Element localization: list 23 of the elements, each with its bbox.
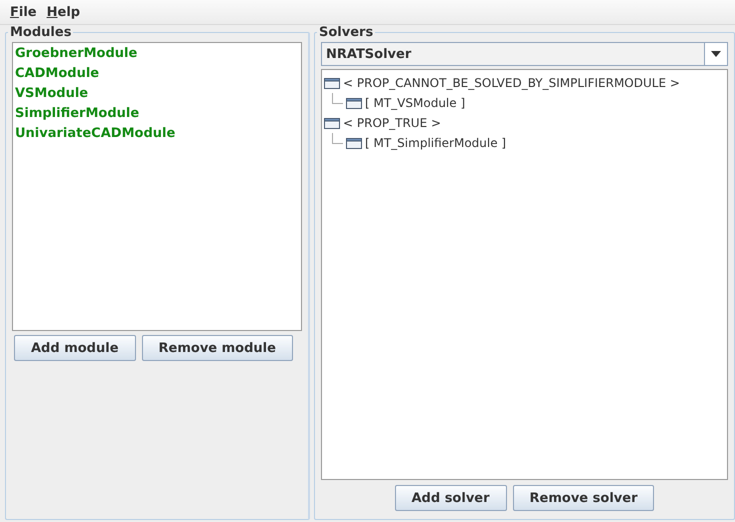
tree-item[interactable]: [ MT_VSModule ] — [365, 96, 466, 110]
tree-item[interactable]: < PROP_CANNOT_BE_SOLVED_BY_SIMPLIFIERMODULE > — [343, 76, 680, 90]
module-item[interactable]: VSModule — [15, 84, 299, 104]
dropdown-arrow-icon — [711, 51, 721, 57]
panel-title: Solvers — [318, 25, 374, 40]
folder-icon — [324, 77, 340, 89]
module-button[interactable]: Add module — [14, 335, 136, 361]
solver-dropdown[interactable]: NRATSolver — [321, 42, 728, 66]
folder-icon — [324, 117, 340, 129]
solver-button[interactable]: Add solver — [394, 485, 507, 511]
module-button[interactable]: Remove module — [142, 335, 293, 361]
folder-icon — [346, 97, 362, 109]
folder-icon — [346, 137, 362, 149]
menu-item[interactable]: Help — [46, 4, 80, 20]
module-item[interactable]: SimplifierModule — [15, 104, 299, 124]
menu-item[interactable]: File — [10, 4, 37, 20]
module-item[interactable]: UnivariateCADModule — [15, 124, 299, 144]
module-item[interactable]: CADModule — [15, 64, 299, 84]
tree-item[interactable]: < PROP_TRUE > — [343, 116, 442, 130]
panel-title: Modules — [9, 25, 72, 40]
solver-button[interactable]: Remove solver — [512, 485, 654, 511]
module-item[interactable]: GroebnerModule — [15, 44, 299, 64]
tree-item[interactable]: [ MT_SimplifierModule ] — [365, 136, 506, 150]
